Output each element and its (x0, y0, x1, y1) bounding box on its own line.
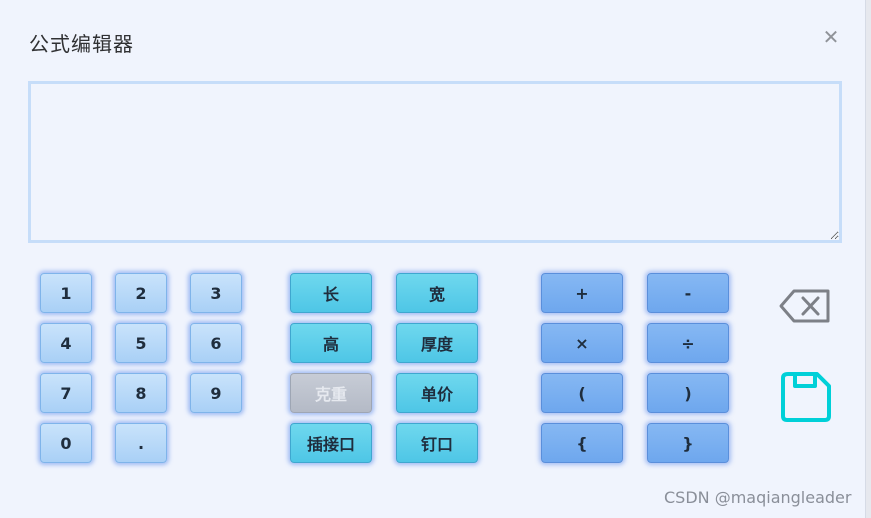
op-divide-button[interactable]: ÷ (647, 323, 729, 363)
key-1[interactable]: 1 (40, 273, 92, 313)
key-5[interactable]: 5 (115, 323, 167, 363)
op-lparen-button[interactable]: ( (541, 373, 623, 413)
key-0[interactable]: 0 (40, 423, 92, 463)
formula-editor-dialog: 公式编辑器 ✕ 1 2 3 4 5 6 7 8 9 0 . 长 宽 高 厚度 克… (0, 0, 866, 518)
formula-input[interactable] (31, 84, 839, 240)
key-3[interactable]: 3 (190, 273, 242, 313)
key-7[interactable]: 7 (40, 373, 92, 413)
var-socket-button[interactable]: 插接口 (290, 423, 372, 463)
op-lbrace-button[interactable]: { (541, 423, 623, 463)
op-multiply-button[interactable]: × (541, 323, 623, 363)
var-nail-button[interactable]: 钉口 (396, 423, 478, 463)
key-4[interactable]: 4 (40, 323, 92, 363)
var-thickness-button[interactable]: 厚度 (396, 323, 478, 363)
save-icon[interactable] (779, 370, 833, 424)
key-6[interactable]: 6 (190, 323, 242, 363)
op-rparen-button[interactable]: ) (647, 373, 729, 413)
op-plus-button[interactable]: + (541, 273, 623, 313)
watermark: CSDN @maqiangleader (664, 488, 852, 507)
key-9[interactable]: 9 (190, 373, 242, 413)
close-icon[interactable]: ✕ (820, 26, 842, 48)
key-2[interactable]: 2 (115, 273, 167, 313)
op-minus-button[interactable]: - (647, 273, 729, 313)
var-height-button[interactable]: 高 (290, 323, 372, 363)
var-gram-weight-button: 克重 (290, 373, 372, 413)
var-width-button[interactable]: 宽 (396, 273, 478, 313)
var-unit-price-button[interactable]: 单价 (396, 373, 478, 413)
key-decimal[interactable]: . (115, 423, 167, 463)
dialog-title: 公式编辑器 (29, 32, 134, 56)
backspace-icon[interactable] (778, 286, 832, 326)
key-8[interactable]: 8 (115, 373, 167, 413)
op-rbrace-button[interactable]: } (647, 423, 729, 463)
var-length-button[interactable]: 长 (290, 273, 372, 313)
formula-input-container (28, 81, 842, 243)
